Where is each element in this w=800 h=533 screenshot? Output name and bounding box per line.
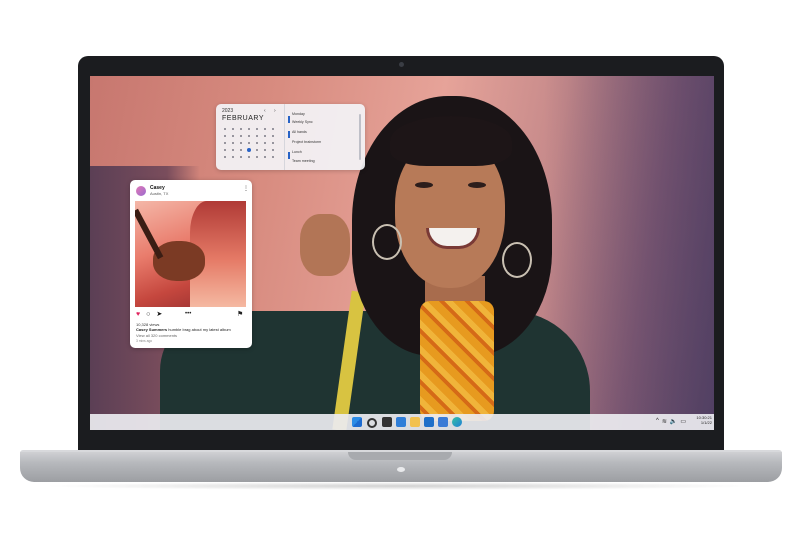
calendar-today-marker[interactable] xyxy=(247,148,251,152)
event-marker xyxy=(288,152,290,159)
laptop-logo xyxy=(397,467,405,472)
volume-icon[interactable]: 🔈 xyxy=(670,418,677,425)
calendar-widget[interactable]: 2023 ‹ › FEBRUARY Monday Weekly Sync All… xyxy=(216,104,365,170)
post-photo-guitar xyxy=(153,241,205,281)
view-comments-link[interactable]: View all 320 comments xyxy=(136,333,177,338)
post-caption: Casey Summers humble brag about my lates… xyxy=(136,327,248,332)
calendar-event[interactable]: Weekly Sync xyxy=(292,120,354,124)
calendar-event[interactable]: Team meeting xyxy=(292,159,354,163)
wifi-icon[interactable]: ≋ xyxy=(662,418,667,425)
avatar[interactable] xyxy=(136,186,146,196)
wallpaper-earring xyxy=(502,242,532,278)
taskbar: ^ ≋ 🔈 ▭ 10:30:21 1/1/22 xyxy=(90,414,714,430)
edge-icon[interactable] xyxy=(452,417,462,427)
calendar-event[interactable]: Project brainstorm xyxy=(292,140,354,144)
file-explorer-icon[interactable] xyxy=(410,417,420,427)
comment-icon[interactable]: ○ xyxy=(146,311,150,318)
calendar-month-panel: 2023 ‹ › FEBRUARY xyxy=(216,104,285,170)
caption-username[interactable]: Casey Summers xyxy=(136,327,167,332)
mail-icon[interactable] xyxy=(424,417,434,427)
event-marker xyxy=(288,116,290,123)
taskbar-clock[interactable]: 10:30:21 1/1/22 xyxy=(694,415,712,425)
wallpaper-person-bangs xyxy=(390,116,512,166)
taskbar-app-icons xyxy=(352,417,462,429)
instagram-post-card[interactable]: Casey Austin, TX ⋮ ♥ ○ ➤ ••• ⚑ 10,328 vi… xyxy=(130,180,252,348)
post-photo[interactable] xyxy=(135,201,246,307)
calendar-event[interactable]: Lunch xyxy=(292,150,354,154)
calendar-day-grid[interactable] xyxy=(222,126,280,161)
widgets-icon[interactable] xyxy=(396,417,406,427)
system-tray: ^ ≋ 🔈 ▭ xyxy=(656,418,686,425)
laptop-lid-notch xyxy=(348,452,452,460)
calendar-year: 2023 xyxy=(222,108,234,114)
wallpaper-person-fist xyxy=(300,214,350,276)
wallpaper-person-scarf xyxy=(420,301,494,421)
desktop-screen: 2023 ‹ › FEBRUARY Monday Weekly Sync All… xyxy=(90,76,714,430)
wallpaper-person-eye xyxy=(468,182,486,188)
post-actions: ♥ ○ ➤ xyxy=(136,310,162,319)
laptop: 2023 ‹ › FEBRUARY Monday Weekly Sync All… xyxy=(0,0,800,533)
laptop-shadow xyxy=(40,482,760,490)
calendar-next-button[interactable]: › xyxy=(274,108,276,114)
caption-text: humble brag about my latest album xyxy=(168,327,231,332)
more-options-icon[interactable]: ⋮ xyxy=(243,185,249,192)
webcam xyxy=(399,62,404,67)
windows-start-icon[interactable] xyxy=(352,417,362,427)
share-icon[interactable]: ➤ xyxy=(156,310,162,318)
calendar-month: FEBRUARY xyxy=(222,115,264,122)
calendar-event[interactable]: Monday xyxy=(292,112,354,116)
wallpaper-earring xyxy=(372,224,402,260)
battery-icon[interactable]: ▭ xyxy=(680,418,686,425)
bookmark-icon[interactable]: ⚑ xyxy=(237,310,243,318)
post-timestamp: 3 mins ago xyxy=(136,339,153,343)
store-icon[interactable] xyxy=(438,417,448,427)
search-icon[interactable] xyxy=(367,418,377,428)
post-location: Austin, TX xyxy=(150,191,169,196)
calendar-event[interactable]: All hands xyxy=(292,130,354,134)
show-hidden-icons-icon[interactable]: ^ xyxy=(656,418,659,425)
calendar-scrollbar[interactable] xyxy=(359,114,361,160)
calendar-prev-button[interactable]: ‹ xyxy=(264,108,266,114)
wallpaper-person-eye xyxy=(415,182,433,188)
post-photo-guitar-neck xyxy=(135,208,164,260)
event-marker xyxy=(288,131,290,138)
like-icon[interactable]: ♥ xyxy=(136,311,140,318)
task-view-icon[interactable] xyxy=(382,417,392,427)
clock-date: 1/1/22 xyxy=(700,420,712,425)
carousel-dots-icon: ••• xyxy=(185,311,192,317)
